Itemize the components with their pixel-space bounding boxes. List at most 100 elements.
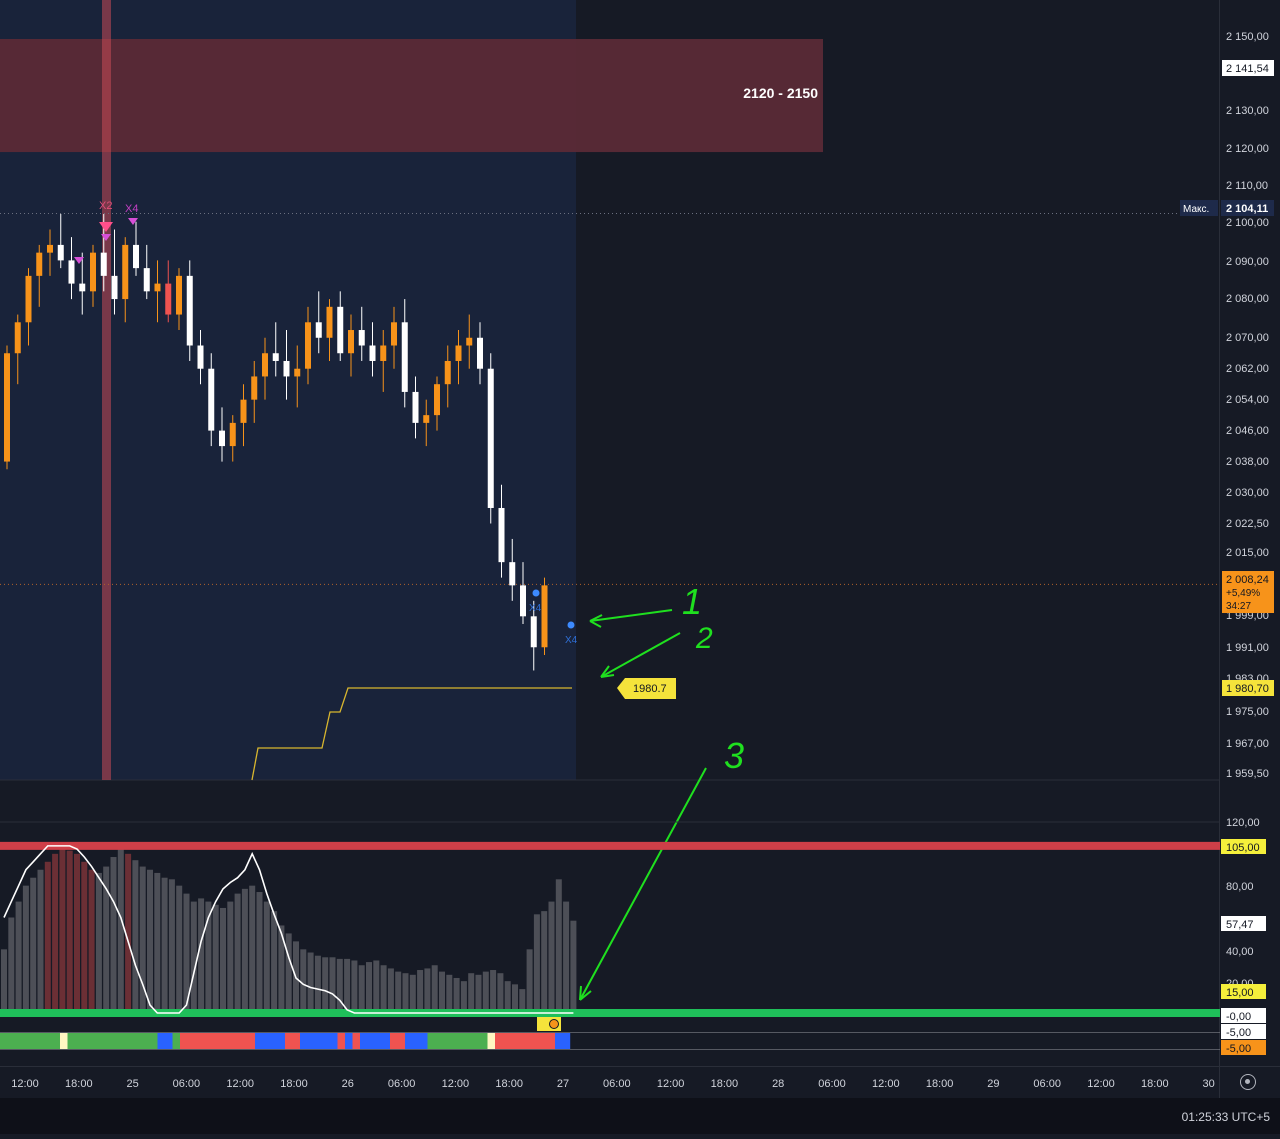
histogram-bar: [117, 847, 124, 1013]
histogram-bar: [366, 962, 372, 1013]
state-strip-cell: [510, 1033, 518, 1049]
state-strip-cell: [412, 1033, 421, 1049]
state-strip-cell: [270, 1033, 278, 1049]
candle-body: [57, 244, 64, 261]
time-tick-label: 18:00: [1141, 1078, 1169, 1090]
histogram-bar: [512, 984, 518, 1013]
histogram-bar: [314, 955, 321, 1013]
candle-body: [219, 430, 225, 447]
state-strip-cell: [202, 1033, 211, 1049]
time-tick-label: 26: [342, 1078, 354, 1090]
level-bubble-1980[interactable]: 1980.7: [617, 678, 676, 699]
price-axis[interactable]: 2 150,00 2 130,00 2 120,00 2 110,00 2 100,00…: [1226, 31, 1269, 780]
candle-body: [68, 260, 75, 284]
candle-body: [412, 391, 419, 423]
histogram-bar: [198, 898, 205, 1013]
signal-dot-icon: [532, 589, 540, 597]
trading-chart[interactable]: 2120 - 2150 X2 X4 X4 X4 1980.7 1 2 3 2 1…: [0, 0, 1280, 1134]
histogram-bar: [446, 974, 453, 1013]
state-strip-cell: [210, 1033, 218, 1049]
state-strip-cell: [540, 1033, 548, 1049]
time-tick-label: 06:00: [603, 1078, 631, 1090]
candle-body: [262, 353, 268, 377]
candle-body: [122, 244, 129, 300]
time-axis[interactable]: 12:00 18:00 25 06:00 12:00 18:00 26 06:00 12:00 1…: [11, 1078, 1214, 1090]
settings-gear-icon[interactable]: [1240, 1074, 1256, 1090]
price-tick-label: 2 070,00: [1226, 332, 1269, 344]
candle-body: [36, 252, 43, 276]
price-tick-label: 1 975,00: [1226, 706, 1269, 718]
time-tick-label: 06:00: [388, 1078, 416, 1090]
histogram-bar: [271, 911, 278, 1013]
price-tick-label: 2 015,00: [1226, 547, 1269, 559]
candle-body: [380, 345, 387, 361]
resistance-zone[interactable]: 2120 - 2150: [0, 39, 823, 153]
state-strip-cell: [397, 1033, 406, 1049]
price-tick-label: 2 110,00: [1226, 180, 1268, 192]
state-strip-cell: [307, 1033, 316, 1049]
price-tick-label: 2 130,00: [1226, 105, 1269, 117]
candle-body: [79, 283, 86, 292]
osc-tick-label: 80,00: [1226, 881, 1254, 893]
histogram-bar: [44, 861, 51, 1013]
last-price-tag: 2 008,24 +5,49% 34:27: [1222, 571, 1274, 613]
state-strip-cell: [22, 1033, 31, 1049]
histogram-bar: [52, 853, 59, 1013]
candle-body: [520, 585, 526, 617]
annotation-label-3: 3: [724, 735, 744, 776]
histogram-bar: [220, 907, 226, 1013]
histogram-bar: [344, 958, 351, 1013]
state-strip-cell: [60, 1033, 68, 1049]
price-tick-label: 1 991,00: [1226, 642, 1269, 654]
time-tick-label: 12:00: [11, 1078, 39, 1090]
state-strip-cell: [367, 1033, 376, 1049]
histogram-bar: [66, 850, 73, 1013]
histogram-bar: [336, 958, 343, 1013]
zone-label: 2120 - 2150: [743, 85, 818, 101]
state-strip-cell: [165, 1033, 173, 1049]
candle-body: [229, 422, 236, 447]
state-strip-cell: [555, 1033, 563, 1049]
utc-clock[interactable]: 01:25:33 UTC+5: [1182, 1110, 1270, 1124]
histogram-bar: [74, 853, 80, 1013]
candle-body: [4, 353, 10, 462]
histogram-bar: [22, 885, 29, 1013]
state-strip-cell: [472, 1033, 481, 1049]
price-tick-label: 2 090,00: [1226, 256, 1269, 268]
price-tick-label: 2 046,00: [1226, 425, 1269, 437]
status-bar: [0, 1098, 1280, 1134]
candle-body: [240, 399, 247, 423]
time-tick-label: 06:00: [818, 1078, 846, 1090]
state-strip-cell: [0, 1033, 8, 1049]
last-price-value: 2 008,24: [1226, 574, 1269, 586]
candle-body: [133, 244, 139, 269]
price-tick-label: 2 038,00: [1226, 456, 1269, 468]
histogram-bar: [329, 957, 336, 1013]
zone-rect[interactable]: [0, 39, 823, 153]
histogram-bar: [409, 974, 416, 1013]
histogram-bar: [8, 917, 15, 1013]
candle-body: [176, 275, 182, 315]
candle-body: [466, 337, 473, 346]
state-strip-cell: [112, 1033, 121, 1049]
state-strip-cell: [495, 1033, 503, 1049]
state-strip-cell: [45, 1033, 53, 1049]
candle-body: [154, 283, 161, 292]
state-strip-cell: [405, 1033, 413, 1049]
histogram-bar: [154, 872, 161, 1013]
histogram-bar: [132, 860, 139, 1013]
candle-body: [369, 345, 376, 361]
candle-body: [25, 275, 32, 323]
histogram-bar: [1, 949, 7, 1013]
time-tick-label: 18:00: [280, 1078, 308, 1090]
time-tick-label: 12:00: [442, 1078, 470, 1090]
histogram-bar: [402, 973, 409, 1013]
histogram-bar: [431, 965, 438, 1013]
histogram-bar: [555, 879, 562, 1013]
histogram-bar: [88, 869, 95, 1013]
oscillator-axis[interactable]: 120,0080,0040,0020,00-5,00105,0057,4715,…: [1221, 817, 1266, 1055]
time-tick-label: 27: [557, 1078, 569, 1090]
state-strip-cell: [517, 1033, 526, 1049]
state-strip-cell: [450, 1033, 458, 1049]
signal-label-x4-top: X4: [125, 203, 138, 215]
